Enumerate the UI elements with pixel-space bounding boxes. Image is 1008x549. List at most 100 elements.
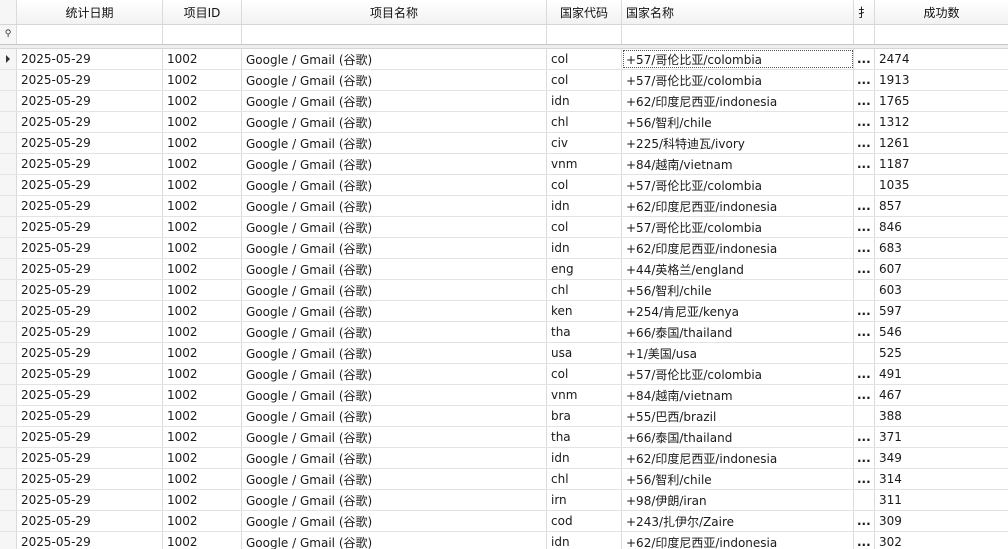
row-indicator-cell[interactable] bbox=[0, 406, 17, 426]
row-indicator-cell[interactable] bbox=[0, 448, 17, 468]
cell-country-code[interactable]: col bbox=[547, 175, 622, 195]
cell-country-code[interactable]: idn bbox=[547, 532, 622, 549]
row-indicator-cell[interactable] bbox=[0, 70, 17, 90]
cell-success-count[interactable]: 2474 bbox=[875, 49, 1008, 69]
cell-project-id[interactable]: 1002 bbox=[163, 469, 242, 489]
table-row[interactable]: 2025-05-29 1002 Google / Gmail (谷歌) chl +56/… bbox=[0, 469, 1008, 490]
cell-project-id[interactable]: 1002 bbox=[163, 511, 242, 531]
cell-success-count[interactable]: 525 bbox=[875, 343, 1008, 363]
cell-truncated[interactable]: ... bbox=[854, 511, 875, 531]
cell-date[interactable]: 2025-05-29 bbox=[17, 301, 163, 321]
table-row[interactable]: 2025-05-29 1002 Google / Gmail (谷歌) bra +55/… bbox=[0, 406, 1008, 427]
cell-success-count[interactable]: 1035 bbox=[875, 175, 1008, 195]
cell-country-code[interactable]: col bbox=[547, 217, 622, 237]
cell-date[interactable]: 2025-05-29 bbox=[17, 91, 163, 111]
cell-truncated[interactable]: ... bbox=[854, 49, 875, 69]
cell-project-id[interactable]: 1002 bbox=[163, 280, 242, 300]
cell-project-name[interactable]: Google / Gmail (谷歌) bbox=[242, 322, 547, 342]
row-indicator-cell[interactable] bbox=[0, 490, 17, 510]
cell-truncated[interactable]: ... bbox=[854, 427, 875, 447]
table-row[interactable]: 2025-05-29 1002 Google / Gmail (谷歌) chl +56/… bbox=[0, 112, 1008, 133]
table-row[interactable]: 2025-05-29 1002 Google / Gmail (谷歌) cod +243… bbox=[0, 511, 1008, 532]
column-header-date[interactable]: 统计日期 bbox=[17, 0, 163, 24]
cell-project-name[interactable]: Google / Gmail (谷歌) bbox=[242, 490, 547, 510]
cell-country-name[interactable]: +62/印度尼西亚/indonesia bbox=[622, 196, 854, 216]
cell-project-name[interactable]: Google / Gmail (谷歌) bbox=[242, 238, 547, 258]
cell-project-id[interactable]: 1002 bbox=[163, 427, 242, 447]
row-indicator-cell[interactable] bbox=[0, 385, 17, 405]
row-indicator-cell[interactable] bbox=[0, 427, 17, 447]
table-row[interactable]: 2025-05-29 1002 Google / Gmail (谷歌) tha +66/… bbox=[0, 322, 1008, 343]
cell-country-name[interactable]: +84/越南/vietnam bbox=[622, 154, 854, 174]
table-row[interactable]: 2025-05-29 1002 Google / Gmail (谷歌) col +57/… bbox=[0, 364, 1008, 385]
table-row[interactable]: 2025-05-29 1002 Google / Gmail (谷歌) col +57/… bbox=[0, 217, 1008, 238]
cell-project-name[interactable]: Google / Gmail (谷歌) bbox=[242, 196, 547, 216]
cell-project-name[interactable]: Google / Gmail (谷歌) bbox=[242, 70, 547, 90]
cell-project-id[interactable]: 1002 bbox=[163, 49, 242, 69]
table-row[interactable]: 2025-05-29 1002 Google / Gmail (谷歌) idn +62/… bbox=[0, 91, 1008, 112]
cell-project-id[interactable]: 1002 bbox=[163, 112, 242, 132]
cell-country-name[interactable]: +1/美国/usa bbox=[622, 343, 854, 363]
column-header-country-code[interactable]: 国家代码 bbox=[547, 0, 622, 24]
cell-truncated[interactable]: ... bbox=[854, 364, 875, 384]
cell-success-count[interactable]: 1261 bbox=[875, 133, 1008, 153]
cell-project-name[interactable]: Google / Gmail (谷歌) bbox=[242, 343, 547, 363]
cell-country-name[interactable]: +62/印度尼西亚/indonesia bbox=[622, 532, 854, 549]
cell-country-name[interactable]: +57/哥伦比亚/colombia bbox=[622, 70, 854, 90]
filter-input-success-count[interactable] bbox=[875, 25, 1008, 44]
cell-project-id[interactable]: 1002 bbox=[163, 532, 242, 549]
cell-date[interactable]: 2025-05-29 bbox=[17, 175, 163, 195]
cell-project-id[interactable]: 1002 bbox=[163, 70, 242, 90]
cell-project-name[interactable]: Google / Gmail (谷歌) bbox=[242, 406, 547, 426]
row-selector-header[interactable] bbox=[0, 0, 17, 24]
cell-project-name[interactable]: Google / Gmail (谷歌) bbox=[242, 427, 547, 447]
cell-date[interactable]: 2025-05-29 bbox=[17, 532, 163, 549]
cell-country-code[interactable]: ken bbox=[547, 301, 622, 321]
row-indicator-cell[interactable] bbox=[0, 112, 17, 132]
cell-country-code[interactable]: chl bbox=[547, 112, 622, 132]
cell-success-count[interactable]: 603 bbox=[875, 280, 1008, 300]
cell-project-id[interactable]: 1002 bbox=[163, 406, 242, 426]
cell-success-count[interactable]: 857 bbox=[875, 196, 1008, 216]
row-indicator-cell[interactable] bbox=[0, 175, 17, 195]
table-row[interactable]: 2025-05-29 1002 Google / Gmail (谷歌) col +57/… bbox=[0, 70, 1008, 91]
cell-country-name[interactable]: +57/哥伦比亚/colombia bbox=[622, 217, 854, 237]
column-header-success-count[interactable]: 成功数 bbox=[875, 0, 1008, 24]
column-header-truncated[interactable]: 扌 bbox=[854, 0, 875, 24]
cell-country-code[interactable]: col bbox=[547, 70, 622, 90]
cell-country-name[interactable]: +62/印度尼西亚/indonesia bbox=[622, 91, 854, 111]
row-indicator-cell[interactable] bbox=[0, 343, 17, 363]
filter-input-country-code[interactable] bbox=[547, 25, 622, 44]
cell-country-code[interactable]: tha bbox=[547, 322, 622, 342]
cell-date[interactable]: 2025-05-29 bbox=[17, 364, 163, 384]
cell-date[interactable]: 2025-05-29 bbox=[17, 427, 163, 447]
cell-project-id[interactable]: 1002 bbox=[163, 343, 242, 363]
cell-success-count[interactable]: 371 bbox=[875, 427, 1008, 447]
cell-country-name[interactable]: +62/印度尼西亚/indonesia bbox=[622, 238, 854, 258]
cell-project-id[interactable]: 1002 bbox=[163, 196, 242, 216]
filter-input-date[interactable] bbox=[17, 25, 163, 44]
row-indicator-cell[interactable] bbox=[0, 49, 17, 69]
cell-date[interactable]: 2025-05-29 bbox=[17, 259, 163, 279]
cell-country-code[interactable]: idn bbox=[547, 238, 622, 258]
cell-date[interactable]: 2025-05-29 bbox=[17, 238, 163, 258]
cell-country-code[interactable]: idn bbox=[547, 448, 622, 468]
cell-country-name[interactable]: +84/越南/vietnam bbox=[622, 385, 854, 405]
cell-project-id[interactable]: 1002 bbox=[163, 133, 242, 153]
cell-date[interactable]: 2025-05-29 bbox=[17, 490, 163, 510]
cell-country-code[interactable]: civ bbox=[547, 133, 622, 153]
filter-input-truncated[interactable] bbox=[854, 25, 875, 44]
cell-project-id[interactable]: 1002 bbox=[163, 385, 242, 405]
cell-country-code[interactable]: usa bbox=[547, 343, 622, 363]
cell-country-name[interactable]: +98/伊朗/iran bbox=[622, 490, 854, 510]
cell-project-name[interactable]: Google / Gmail (谷歌) bbox=[242, 259, 547, 279]
cell-project-id[interactable]: 1002 bbox=[163, 154, 242, 174]
cell-date[interactable]: 2025-05-29 bbox=[17, 154, 163, 174]
table-row[interactable]: 2025-05-29 1002 Google / Gmail (谷歌) eng +44/… bbox=[0, 259, 1008, 280]
cell-success-count[interactable]: 597 bbox=[875, 301, 1008, 321]
row-indicator-cell[interactable] bbox=[0, 217, 17, 237]
cell-truncated[interactable]: ... bbox=[854, 112, 875, 132]
cell-project-name[interactable]: Google / Gmail (谷歌) bbox=[242, 280, 547, 300]
cell-success-count[interactable]: 846 bbox=[875, 217, 1008, 237]
cell-country-code[interactable]: cod bbox=[547, 511, 622, 531]
